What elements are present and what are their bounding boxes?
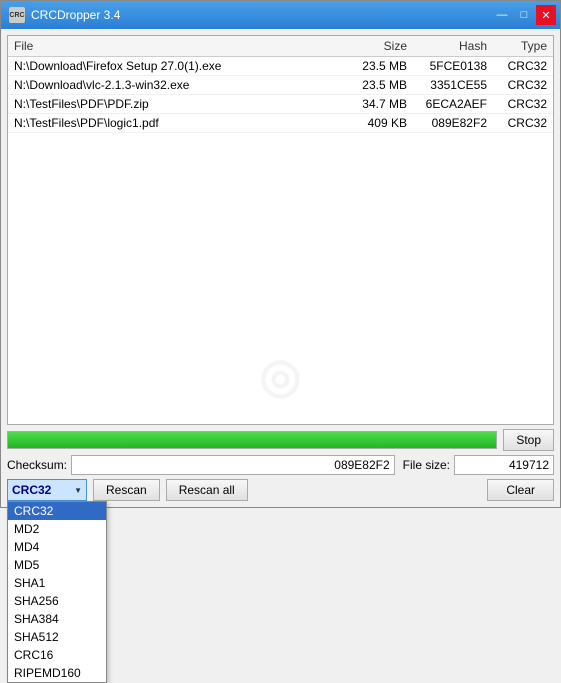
main-window: crc CRCDropper 3.4 — □ ✕ File Size Hash … — [0, 0, 561, 508]
dropdown-list: CRC32 MD2 MD4 MD5 SHA1 SHA256 SHA384 SHA… — [7, 501, 107, 683]
maximize-button[interactable]: □ — [514, 5, 534, 25]
dropdown-item-md5[interactable]: MD5 — [8, 556, 106, 574]
dropdown-item-ripemd160[interactable]: RIPEMD160 — [8, 664, 106, 682]
cell-file: N:\TestFiles\PDF\logic1.pdf — [12, 115, 339, 131]
filesize-label: File size: — [403, 458, 450, 472]
rescan-button[interactable]: Rescan — [93, 479, 160, 501]
cell-hash: 3351CE55 — [409, 77, 489, 93]
title-bar-left: crc CRCDropper 3.4 — [9, 7, 120, 23]
dropdown-item-sha512[interactable]: SHA512 — [8, 628, 106, 646]
cell-type: CRC32 — [489, 96, 549, 112]
checksum-input[interactable] — [71, 455, 395, 475]
cell-hash: 6ECA2AEF — [409, 96, 489, 112]
content-area: File Size Hash Type N:\Download\Firefox … — [1, 29, 560, 507]
cell-file: N:\TestFiles\PDF\PDF.zip — [12, 96, 339, 112]
dropdown-item-sha384[interactable]: SHA384 — [8, 610, 106, 628]
cell-type: CRC32 — [489, 115, 549, 131]
watermark: ◎ — [260, 348, 302, 404]
cell-file: N:\Download\Firefox Setup 27.0(1).exe — [12, 58, 339, 74]
cell-type: CRC32 — [489, 58, 549, 74]
dropdown-item-md2[interactable]: MD2 — [8, 520, 106, 538]
window-title: CRCDropper 3.4 — [31, 8, 120, 22]
title-controls: — □ ✕ — [492, 5, 556, 25]
cell-size: 23.5 MB — [339, 58, 409, 74]
progress-bar-container — [7, 431, 497, 449]
filesize-group: File size: — [403, 455, 554, 475]
header-size: Size — [339, 38, 409, 54]
dropdown-item-crc16[interactable]: CRC16 — [8, 646, 106, 664]
actions-row: CRC32 ▼ CRC32 MD2 MD4 MD5 SHA1 SHA256 SH… — [7, 479, 554, 501]
hash-type-dropdown[interactable]: CRC32 ▼ CRC32 MD2 MD4 MD5 SHA1 SHA256 SH… — [7, 479, 87, 501]
clear-button[interactable]: Clear — [487, 479, 554, 501]
dropdown-item-md4[interactable]: MD4 — [8, 538, 106, 556]
checksum-label: Checksum: — [7, 458, 67, 472]
close-button[interactable]: ✕ — [536, 5, 556, 25]
chevron-down-icon: ▼ — [74, 486, 82, 495]
rescan-all-button[interactable]: Rescan all — [166, 479, 248, 501]
cell-hash: 089E82F2 — [409, 115, 489, 131]
filesize-input[interactable] — [454, 455, 554, 475]
table-row[interactable]: N:\TestFiles\PDF\logic1.pdf 409 KB 089E8… — [8, 114, 553, 133]
title-bar: crc CRCDropper 3.4 — □ ✕ — [1, 1, 560, 29]
header-type: Type — [489, 38, 549, 54]
cell-file: N:\Download\vlc-2.1.3-win32.exe — [12, 77, 339, 93]
dropdown-item-crc32[interactable]: CRC32 — [8, 502, 106, 520]
file-table: File Size Hash Type N:\Download\Firefox … — [7, 35, 554, 425]
cell-type: CRC32 — [489, 77, 549, 93]
dropdown-item-sha1[interactable]: SHA1 — [8, 574, 106, 592]
stop-button[interactable]: Stop — [503, 429, 554, 451]
header-hash: Hash — [409, 38, 489, 54]
minimize-button[interactable]: — — [492, 5, 512, 25]
table-row[interactable]: N:\Download\vlc-2.1.3-win32.exe 23.5 MB … — [8, 76, 553, 95]
cell-size: 409 KB — [339, 115, 409, 131]
table-row[interactable]: N:\TestFiles\PDF\PDF.zip 34.7 MB 6ECA2AE… — [8, 95, 553, 114]
table-header: File Size Hash Type — [8, 36, 553, 57]
app-icon: crc — [9, 7, 25, 23]
checksum-group: Checksum: — [7, 455, 395, 475]
cell-hash: 5FCE0138 — [409, 58, 489, 74]
table-row[interactable]: N:\Download\Firefox Setup 27.0(1).exe 23… — [8, 57, 553, 76]
header-file: File — [12, 38, 339, 54]
dropdown-value: CRC32 — [12, 483, 51, 497]
progress-bar-fill — [8, 432, 496, 448]
table-body: N:\Download\Firefox Setup 27.0(1).exe 23… — [8, 57, 553, 133]
cell-size: 34.7 MB — [339, 96, 409, 112]
progress-row: Stop — [7, 429, 554, 451]
dropdown-item-sha256[interactable]: SHA256 — [8, 592, 106, 610]
dropdown-selected[interactable]: CRC32 ▼ — [7, 479, 87, 501]
checksum-row: Checksum: File size: — [7, 455, 554, 475]
cell-size: 23.5 MB — [339, 77, 409, 93]
